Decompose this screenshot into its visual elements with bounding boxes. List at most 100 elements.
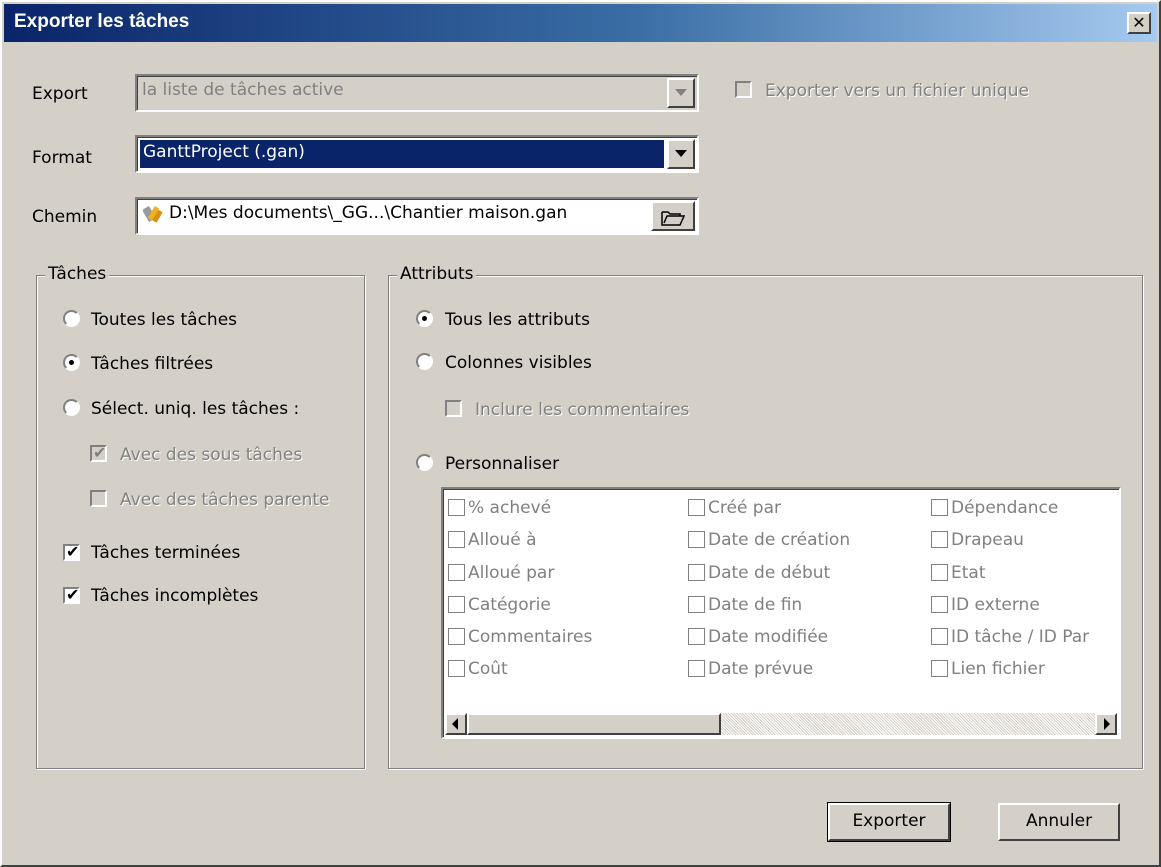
all-attributes-radio[interactable] [416, 310, 433, 327]
attribute-label: Etat [951, 563, 986, 583]
attribute-label: Lien fichier [951, 659, 1045, 679]
attribute-checkbox[interactable] [448, 660, 465, 677]
single-file-checkbox[interactable] [735, 81, 752, 98]
visible-columns-radio[interactable] [416, 353, 433, 370]
export-select-value: la liste de tâches active [142, 80, 344, 100]
attribute-label: Date de fin [708, 595, 803, 615]
attribute-item[interactable]: ID externe [931, 595, 1040, 615]
include-comments-checkbox[interactable] [445, 400, 462, 417]
all-tasks-label: Toutes les tâches [91, 310, 238, 330]
attribute-item[interactable]: Lien fichier [931, 659, 1045, 679]
attribute-checkbox[interactable] [688, 596, 705, 613]
attribute-checkbox[interactable] [931, 660, 948, 677]
attribute-label: Drapeau [951, 530, 1024, 550]
attribute-item[interactable]: Coût [448, 659, 508, 679]
cancel-button[interactable]: Annuler [998, 803, 1120, 841]
format-select[interactable]: GanttProject (.gan) [135, 135, 699, 173]
format-dropdown-button[interactable] [667, 139, 695, 169]
attribute-checkbox[interactable] [931, 531, 948, 548]
chevron-down-icon [675, 89, 687, 96]
attribute-checkbox[interactable] [931, 564, 948, 581]
selected-tasks-radio[interactable] [63, 399, 80, 416]
attribute-item[interactable]: Alloué à [448, 530, 537, 550]
scroll-right-button[interactable] [1095, 713, 1117, 735]
attribute-label: Alloué par [468, 563, 555, 583]
with-subtasks-label: Avec des sous tâches [120, 445, 303, 465]
attribute-item[interactable]: Date de fin [688, 595, 802, 615]
incomplete-tasks-label: Tâches incomplètes [91, 586, 259, 606]
with-subtasks-checkbox[interactable]: ✔ [90, 443, 107, 462]
scroll-thumb[interactable] [467, 713, 721, 735]
custom-attributes-label: Personnaliser [445, 454, 560, 474]
format-select-highlight: GanttProject (.gan) [140, 140, 664, 168]
attribute-checkbox[interactable] [448, 531, 465, 548]
attribute-item[interactable]: Alloué par [448, 563, 554, 583]
attribute-item[interactable]: Etat [931, 563, 986, 583]
export-select[interactable]: la liste de tâches active [135, 74, 699, 112]
attribute-label: Dépendance [951, 498, 1059, 518]
attribute-item[interactable]: ID tâche / ID Par [931, 627, 1089, 647]
incomplete-tasks-checkbox[interactable]: ✔ [63, 585, 80, 604]
export-tasks-dialog: Exporter les tâches ✕ Export la liste de… [0, 0, 1161, 867]
attribute-item[interactable]: Date de création [688, 530, 850, 550]
attribute-checkbox[interactable] [931, 628, 948, 645]
attributes-legend: Attributs [397, 264, 477, 284]
attribute-item[interactable]: Créé par [688, 498, 781, 518]
completed-tasks-checkbox[interactable]: ✔ [63, 542, 80, 561]
arrow-left-icon [452, 718, 458, 730]
attribute-checkbox[interactable] [688, 531, 705, 548]
attribute-label: % achevé [468, 498, 552, 518]
single-file-label: Exporter vers un fichier unique [765, 81, 1029, 101]
browse-button[interactable] [651, 201, 695, 231]
close-icon: ✕ [1132, 13, 1146, 32]
folder-open-icon [661, 211, 685, 226]
check-icon: ✔ [93, 443, 107, 462]
attribute-label: ID externe [951, 595, 1040, 615]
attribute-item[interactable]: % achevé [448, 498, 551, 518]
with-parents-checkbox[interactable] [90, 490, 107, 507]
attribute-label: Catégorie [468, 595, 551, 615]
all-tasks-radio[interactable] [63, 310, 80, 327]
attribute-checkbox[interactable] [448, 564, 465, 581]
attribute-label: Commentaires [468, 627, 593, 647]
close-button[interactable]: ✕ [1127, 12, 1151, 34]
attribute-label: Date de début [708, 563, 831, 583]
radio-selected-dot [422, 316, 427, 321]
path-field[interactable]: D:\Mes documents\_GG...\Chantier maison.… [135, 197, 699, 235]
attribute-item[interactable]: Catégorie [448, 595, 551, 615]
attribute-checkbox[interactable] [448, 499, 465, 516]
attribute-item[interactable]: Date modifiée [688, 627, 828, 647]
filtered-tasks-radio[interactable] [63, 354, 80, 371]
with-parents-wrap: Avec des tâches parente [120, 490, 361, 510]
attribute-checkbox[interactable] [448, 628, 465, 645]
tasks-group: Tâches [36, 264, 365, 769]
scroll-left-button[interactable] [445, 713, 467, 735]
visible-columns-label: Colonnes visibles [445, 353, 592, 373]
attribute-label: Date de création [708, 530, 851, 550]
attribute-checkbox[interactable] [931, 596, 948, 613]
attribute-item[interactable]: Dépendance [931, 498, 1058, 518]
include-comments-label: Inclure les commentaires [475, 400, 690, 420]
arrow-right-icon [1104, 718, 1110, 730]
attribute-checkbox[interactable] [688, 660, 705, 677]
attribute-checkbox[interactable] [688, 564, 705, 581]
attribute-checkbox[interactable] [448, 596, 465, 613]
attribute-label: Date prévue [708, 659, 814, 679]
attribute-item[interactable]: Drapeau [931, 530, 1024, 550]
attribute-checkbox[interactable] [688, 628, 705, 645]
custom-attributes-radio[interactable] [416, 454, 433, 471]
attribute-checkbox[interactable] [688, 499, 705, 516]
attributes-listbox[interactable]: % achevé Alloué à Alloué par Catégorie C… [441, 487, 1121, 739]
tasks-legend: Tâches [45, 264, 110, 284]
all-attributes-label: Tous les attributs [445, 310, 590, 330]
scroll-track[interactable] [721, 713, 1095, 735]
attribute-item[interactable]: Date de début [688, 563, 830, 583]
export-button[interactable]: Exporter [827, 802, 951, 842]
horizontal-scrollbar[interactable] [445, 713, 1117, 735]
title-bar[interactable]: Exporter les tâches ✕ [4, 4, 1157, 42]
check-icon: ✔ [66, 585, 80, 604]
attribute-item[interactable]: Commentaires [448, 627, 592, 647]
attribute-checkbox[interactable] [931, 499, 948, 516]
attribute-item[interactable]: Date prévue [688, 659, 813, 679]
export-dropdown-button[interactable] [667, 78, 695, 108]
